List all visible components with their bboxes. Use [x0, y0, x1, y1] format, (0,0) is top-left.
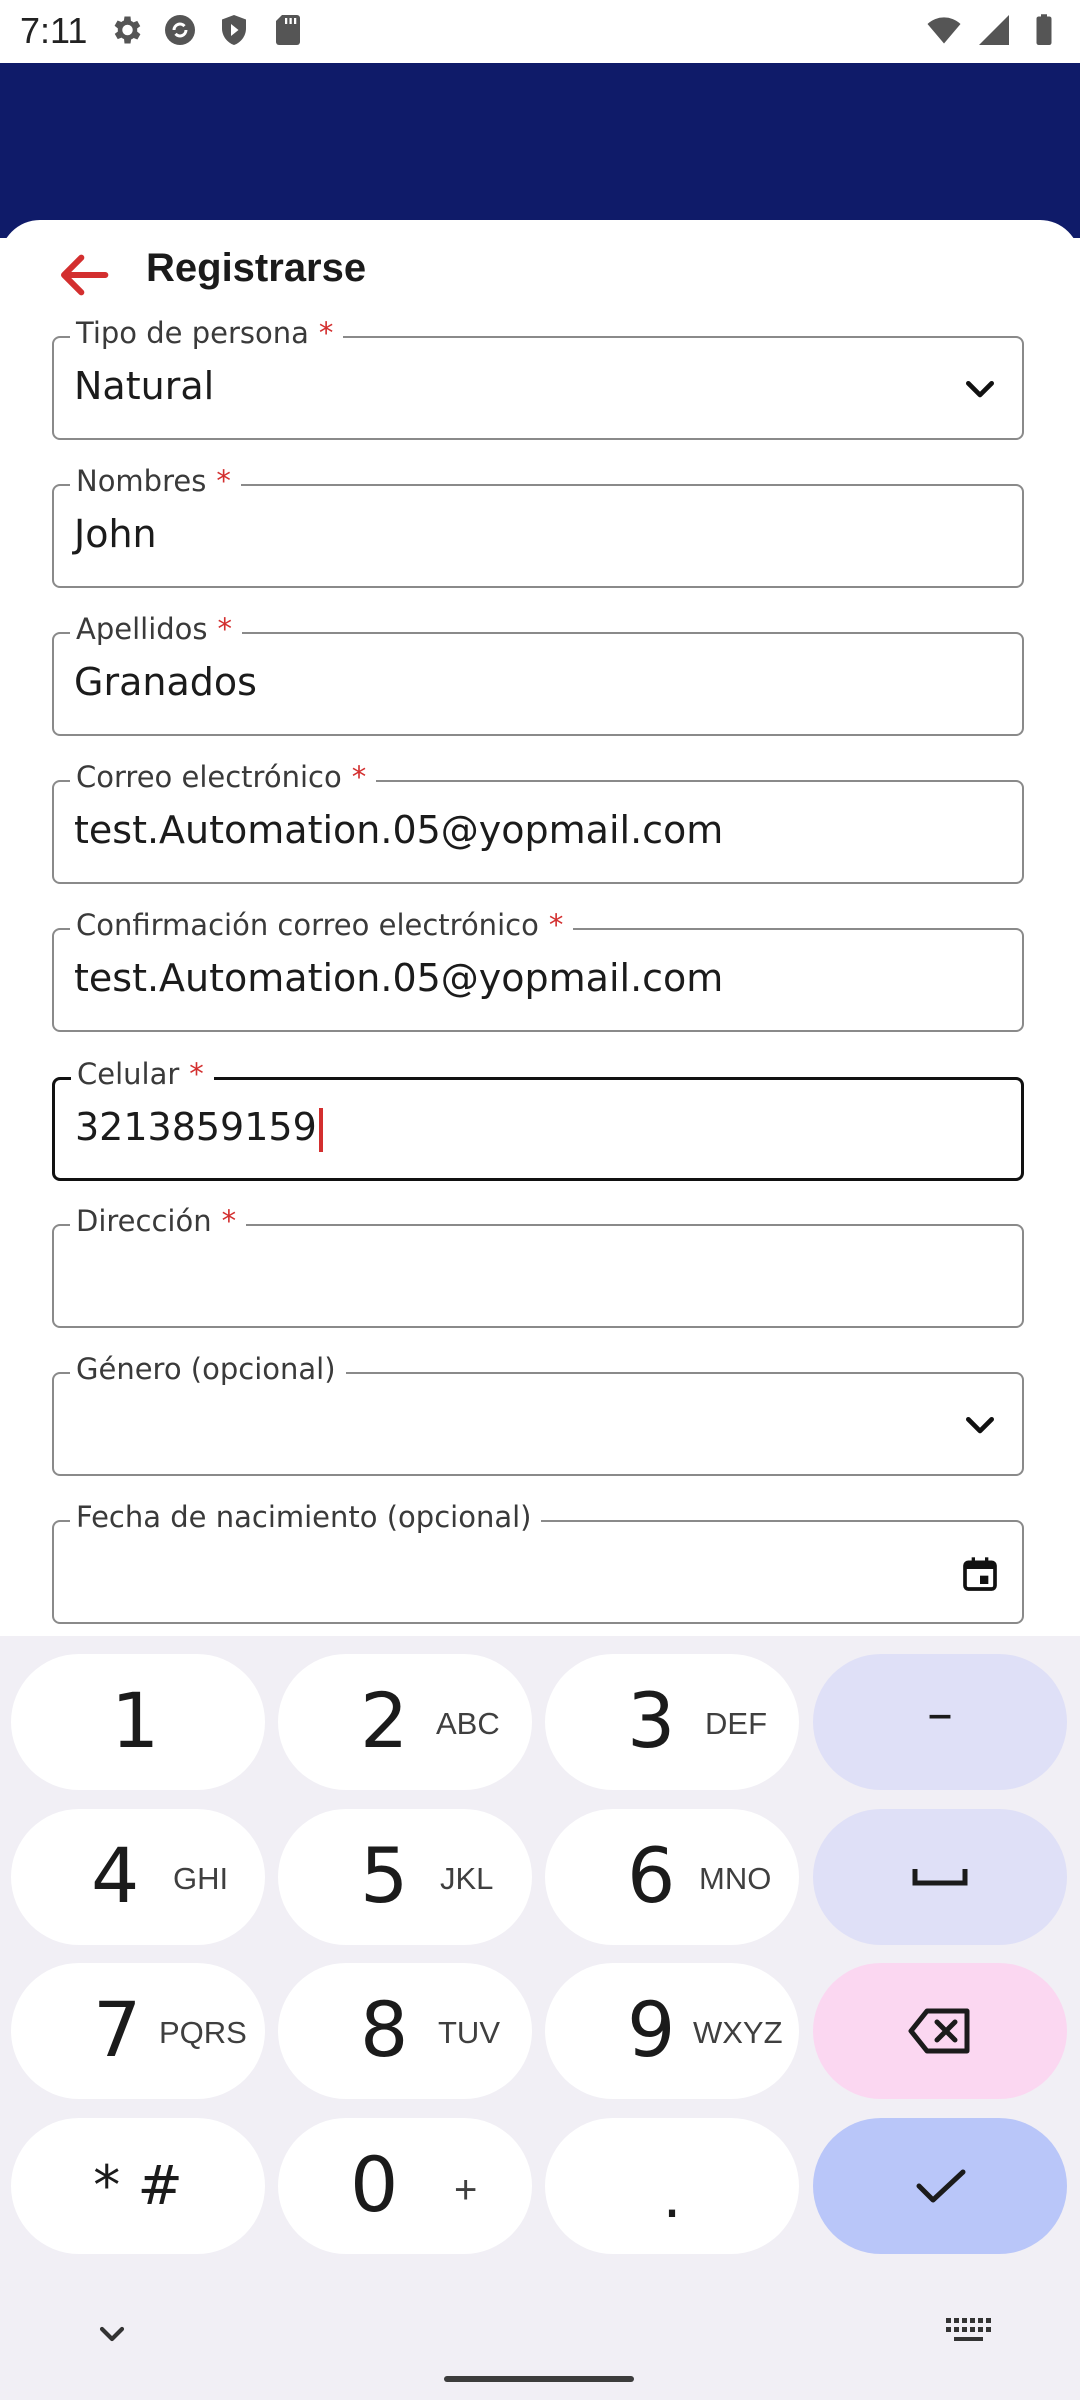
- symbols-key[interactable]: * #: [11, 2118, 265, 2254]
- nombres-label: Nombres *: [70, 464, 241, 498]
- direccion-label: Dirección *: [70, 1204, 247, 1238]
- done-key[interactable]: [813, 2118, 1067, 2254]
- status-time: 7:11: [20, 10, 88, 51]
- email-field[interactable]: Correo electrónico * test.Automation.05@y…: [52, 760, 1024, 884]
- email-confirmation-value: test.Automation.05@yopmail.com: [74, 956, 724, 1000]
- celular-label: Celular *: [71, 1057, 214, 1091]
- genero-label: Género (opcional): [70, 1352, 346, 1386]
- chevron-down-icon[interactable]: [960, 370, 1000, 410]
- key-4[interactable]: 4 GHI: [11, 1809, 265, 1945]
- page-title: Registrarse: [146, 246, 367, 290]
- battery-icon: [1036, 14, 1052, 45]
- sd-card-icon: [276, 15, 300, 45]
- checkmark-icon: [916, 2169, 966, 2203]
- key-0[interactable]: 0 +: [278, 2118, 532, 2254]
- backspace-key[interactable]: [813, 1963, 1067, 2099]
- app-header-bar: [0, 63, 1080, 238]
- home-indicator[interactable]: [444, 2376, 634, 2382]
- period-key[interactable]: .: [545, 2118, 799, 2254]
- gear-icon: [114, 16, 141, 44]
- apellidos-field[interactable]: Apellidos * Granados: [52, 612, 1024, 736]
- tipo-persona-value: Natural: [74, 364, 215, 408]
- nombres-field[interactable]: Nombres * John: [52, 464, 1024, 588]
- shield-play-icon: [222, 15, 246, 45]
- key-6[interactable]: 6 MNO: [545, 1809, 799, 1945]
- apellidos-value: Granados: [74, 660, 257, 704]
- calendar-icon[interactable]: [960, 1554, 1000, 1594]
- chevron-down-icon[interactable]: [92, 2314, 132, 2354]
- backspace-icon: [908, 2008, 970, 2054]
- tipo-persona-select[interactable]: Tipo de persona * Natural: [52, 316, 1024, 440]
- celular-value: 3213859159: [75, 1105, 323, 1152]
- nombres-value: John: [74, 512, 157, 556]
- direccion-field[interactable]: Dirección *: [52, 1204, 1024, 1328]
- keyboard-icon[interactable]: [944, 2312, 992, 2352]
- arrow-back-icon[interactable]: [52, 243, 116, 307]
- genero-select[interactable]: Género (opcional): [52, 1352, 1024, 1476]
- key-2[interactable]: 2 ABC: [278, 1654, 532, 1790]
- minus-key[interactable]: –: [813, 1654, 1067, 1790]
- sync-icon: [165, 15, 195, 45]
- key-8[interactable]: 8 TUV: [278, 1963, 532, 2099]
- key-5[interactable]: 5 JKL: [278, 1809, 532, 1945]
- fecha-nacimiento-label: Fecha de nacimiento (opcional): [70, 1500, 542, 1534]
- space-icon: [912, 1869, 968, 1886]
- key-9[interactable]: 9 WXYZ: [545, 1963, 799, 2099]
- email-confirmation-label: Confirmación correo electrónico *: [70, 908, 574, 942]
- fecha-nacimiento-field[interactable]: Fecha de nacimiento (opcional): [52, 1500, 1024, 1624]
- key-1[interactable]: 1: [11, 1654, 265, 1790]
- email-value: test.Automation.05@yopmail.com: [74, 808, 724, 852]
- apellidos-label: Apellidos *: [70, 612, 243, 646]
- email-confirmation-field[interactable]: Confirmación correo electrónico * test.Au…: [52, 908, 1024, 1032]
- status-bar: 7:11: [0, 0, 1080, 63]
- chevron-down-icon[interactable]: [960, 1406, 1000, 1446]
- space-key[interactable]: [813, 1809, 1067, 1945]
- wifi-icon: [927, 17, 961, 44]
- tipo-persona-label: Tipo de persona *: [70, 316, 344, 350]
- email-label: Correo electrónico *: [70, 760, 377, 794]
- key-3[interactable]: 3 DEF: [545, 1654, 799, 1790]
- signal-icon: [979, 15, 1009, 45]
- text-caret: [318, 1107, 323, 1152]
- celular-field[interactable]: Celular * 3213859159: [52, 1057, 1024, 1181]
- key-7[interactable]: 7 PQRS: [11, 1963, 265, 2099]
